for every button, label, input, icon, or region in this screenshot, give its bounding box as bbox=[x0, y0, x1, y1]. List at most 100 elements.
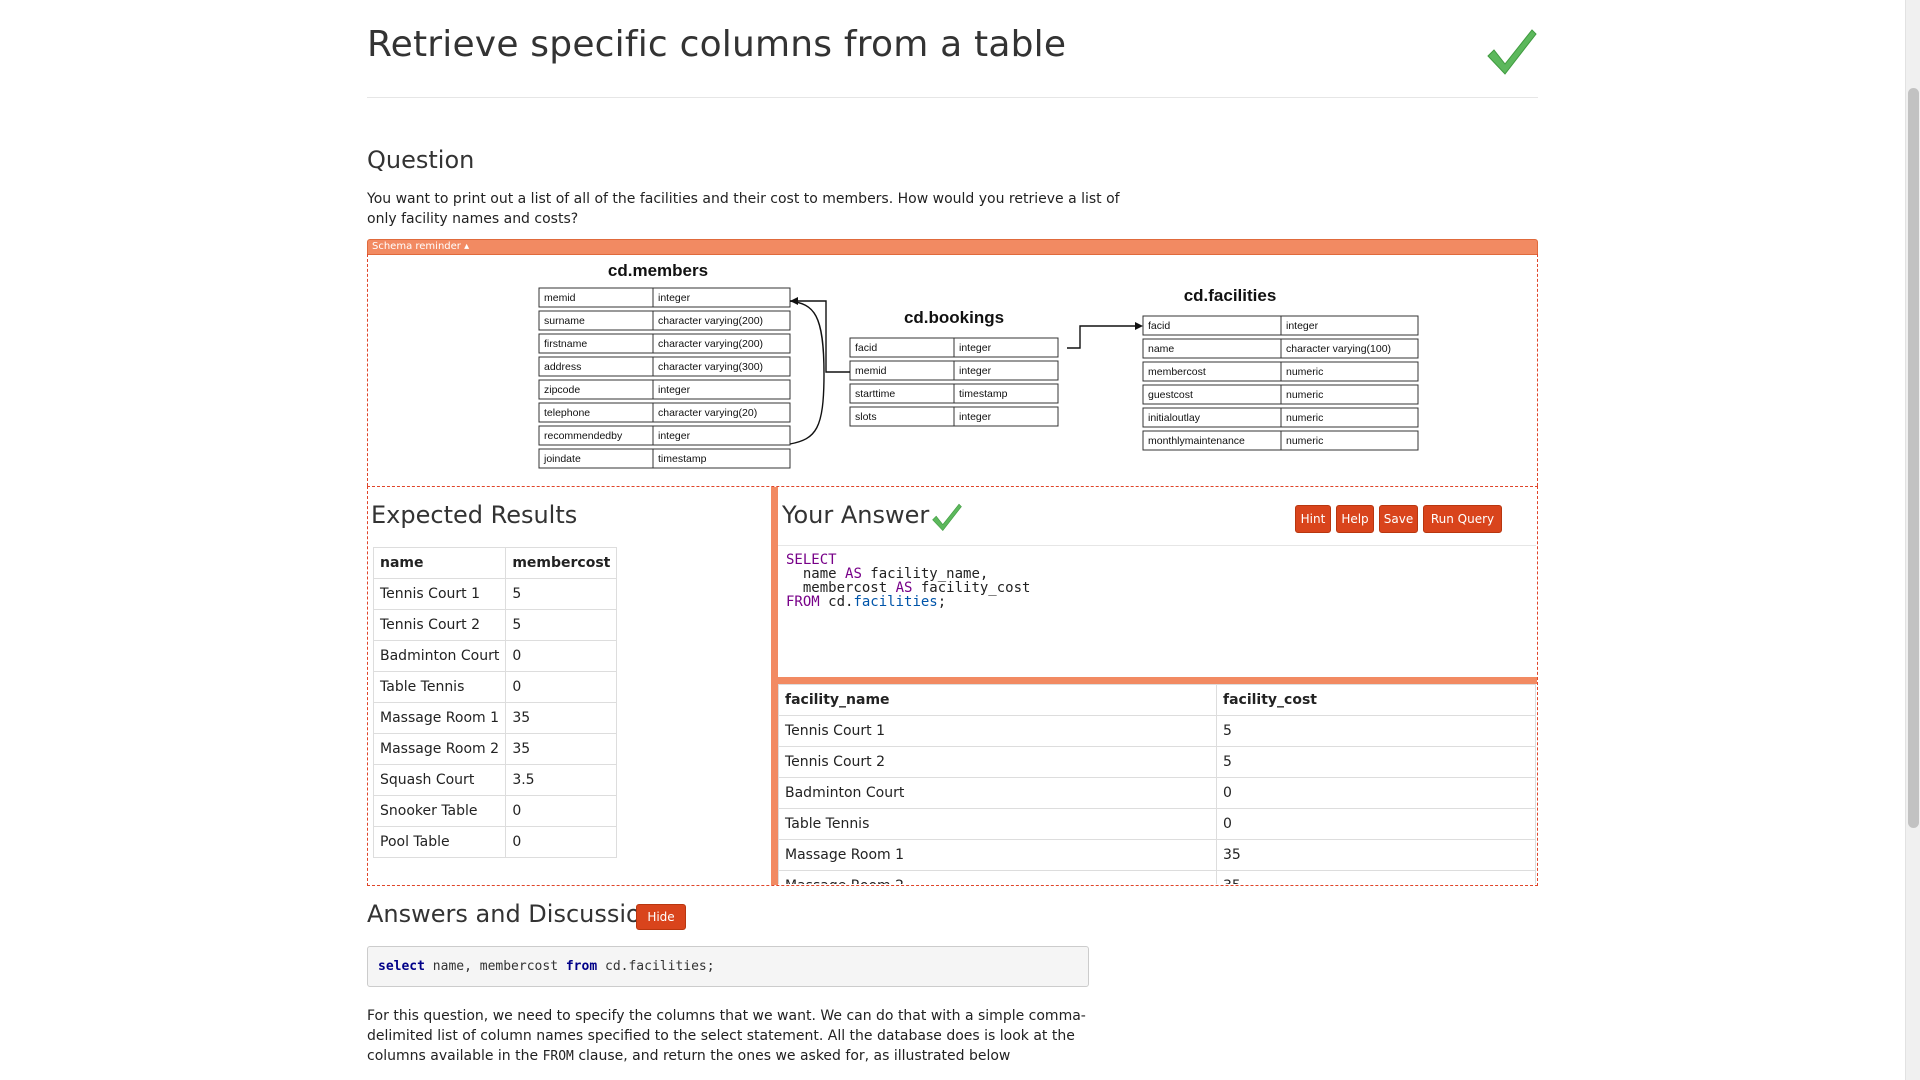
column-header: membercost bbox=[505, 547, 618, 579]
column-header: facility_name bbox=[778, 684, 1217, 716]
schema-table-title: cd.members bbox=[608, 261, 708, 280]
table-cell: Tennis Court 1 bbox=[372, 578, 507, 610]
page-scrollbar[interactable] bbox=[1905, 0, 1920, 1080]
table-row: Tennis Court 25 bbox=[372, 609, 618, 641]
table-cell: 0 bbox=[505, 671, 618, 703]
schema-column-type: timestamp bbox=[658, 453, 707, 465]
schema-column-type: integer bbox=[658, 292, 691, 304]
table-cell: Massage Room 2 bbox=[372, 733, 507, 765]
page-container: Retrieve specific columns from a table Q… bbox=[367, 0, 1538, 1064]
table-cell: Massage Room 2 bbox=[778, 870, 1217, 884]
table-cell: 5 bbox=[505, 609, 618, 641]
code-text: ; bbox=[937, 594, 947, 610]
schema-diagram: cd.members memid integer surname character v… bbox=[367, 254, 1538, 486]
save-button[interactable]: Save bbox=[1379, 505, 1418, 533]
schema-column-type: character varying(200) bbox=[658, 315, 763, 327]
code-keyword: select bbox=[378, 959, 425, 974]
table-header-row: facility_name facility_cost bbox=[778, 684, 1536, 716]
schema-column-name: name bbox=[1148, 343, 1174, 355]
schema-column-type: timestamp bbox=[959, 388, 1008, 400]
schema-table-title: cd.bookings bbox=[904, 308, 1004, 327]
table-row: Tennis Court 15 bbox=[778, 715, 1536, 747]
column-header: name bbox=[372, 547, 507, 579]
table-cell: Tennis Court 2 bbox=[778, 746, 1217, 778]
table-cell: Table Tennis bbox=[372, 671, 507, 703]
schema-column-name: telephone bbox=[544, 407, 590, 419]
table-row: Table Tennis 0 bbox=[372, 671, 618, 703]
table-cell: 35 bbox=[505, 702, 618, 734]
arrow-head-icon bbox=[790, 297, 798, 305]
schema-column-type: numeric bbox=[1286, 389, 1323, 401]
schema-column-name: memid bbox=[544, 292, 576, 304]
expected-results-heading: Expected Results bbox=[371, 501, 578, 529]
table-row: Table Tennis 0 bbox=[778, 808, 1536, 840]
discussion-text-part: clause, and return the ones we asked for… bbox=[573, 1048, 1011, 1064]
schema-column-type: integer bbox=[959, 411, 992, 423]
answer-correct-check-icon bbox=[932, 503, 962, 532]
table-header-row: name membercost bbox=[372, 547, 618, 579]
table-cell: 0 bbox=[505, 826, 618, 858]
schema-column-name: facid bbox=[1148, 320, 1170, 332]
table-row: Massage Room 1 35 bbox=[372, 702, 618, 734]
editor-results-splitter[interactable] bbox=[778, 677, 1537, 684]
schema-relation-line bbox=[1067, 325, 1140, 349]
hide-discussion-button[interactable]: Hide bbox=[636, 904, 686, 930]
table-row: Massage Room 235 bbox=[778, 870, 1536, 884]
schema-column-type: integer bbox=[959, 342, 992, 354]
query-results-table: facility_name facility_cost Tennis Court … bbox=[778, 684, 1536, 884]
table-cell: 0 bbox=[505, 795, 618, 827]
table-cell: 0 bbox=[1216, 808, 1536, 840]
table-row: Tennis Court 25 bbox=[778, 746, 1536, 778]
schema-column-type: integer bbox=[959, 365, 992, 377]
table-cell: Squash Court bbox=[372, 764, 507, 796]
schema-column-type: character varying(100) bbox=[1286, 343, 1391, 355]
table-cell: 5 bbox=[1216, 746, 1536, 778]
schema-relation-line bbox=[790, 300, 850, 373]
your-answer-pane: Your Answer Hint Help Save Run Query SEL… bbox=[778, 487, 1537, 885]
schema-relation-line bbox=[789, 300, 825, 445]
code-text: cd. bbox=[819, 594, 854, 610]
table-row: Badminton Court 0 bbox=[778, 777, 1536, 809]
schema-column-name: facid bbox=[855, 342, 877, 354]
schema-column-name: slots bbox=[855, 411, 877, 423]
code-text: cd.facilities; bbox=[597, 959, 715, 974]
schema-column-name: membercost bbox=[1148, 366, 1206, 378]
page-title: Retrieve specific columns from a table bbox=[367, 24, 1067, 65]
expected-results-pane: Expected Results name membercost Tennis C… bbox=[368, 487, 771, 885]
run-query-button[interactable]: Run Query bbox=[1423, 505, 1502, 533]
table-cell: 5 bbox=[1216, 715, 1536, 747]
solution-code-block: select name, membercost from cd.faciliti… bbox=[367, 946, 1089, 987]
schema-column-type: numeric bbox=[1286, 412, 1323, 424]
schema-column-type: character varying(300) bbox=[658, 361, 763, 373]
code-keyword: FROM bbox=[786, 594, 820, 610]
schema-column-type: character varying(200) bbox=[658, 338, 763, 350]
expected-results-table: name membercost Tennis Court 1 5 Tennis Cou… bbox=[372, 547, 618, 858]
title-row: Retrieve specific columns from a table bbox=[367, 0, 1538, 98]
table-row: Badminton Court 0 bbox=[372, 640, 618, 672]
table-row: Massage Room 1 35 bbox=[778, 839, 1536, 871]
table-row: Pool Table 0 bbox=[372, 826, 618, 858]
scrollbar-thumb[interactable] bbox=[1908, 88, 1919, 828]
code-property: facilities bbox=[853, 594, 938, 610]
table-cell: Table Tennis bbox=[778, 808, 1217, 840]
table-cell: Badminton Court bbox=[372, 640, 507, 672]
table-cell: 35 bbox=[1216, 870, 1536, 884]
schema-column-type: integer bbox=[1286, 320, 1319, 332]
schema-reminder-toggle[interactable]: Schema reminder ▴ bbox=[367, 239, 1538, 255]
schema-column-type: numeric bbox=[1286, 435, 1323, 447]
code-keyword: from bbox=[565, 959, 598, 974]
schema-diagram-svg: cd.members memid integer surname character v… bbox=[538, 261, 1419, 469]
schema-column-name: guestcost bbox=[1148, 389, 1193, 401]
hint-button[interactable]: Hint bbox=[1295, 505, 1331, 533]
workspace: Expected Results name membercost Tennis C… bbox=[367, 486, 1538, 886]
schema-table-title: cd.facilities bbox=[1184, 286, 1277, 305]
query-results-scroll[interactable]: facility_name facility_cost Tennis Court … bbox=[778, 684, 1536, 884]
sql-editor[interactable]: SELECT name AS facility_name, membercost… bbox=[778, 545, 1536, 670]
pane-splitter[interactable] bbox=[771, 487, 778, 885]
schema-column-type: character varying(20) bbox=[658, 407, 757, 419]
table-cell: Badminton Court bbox=[778, 777, 1217, 809]
schema-column-name: recommendedby bbox=[544, 430, 623, 442]
help-button[interactable]: Help bbox=[1336, 505, 1374, 533]
question-text: You want to print out a list of all of t… bbox=[367, 191, 1120, 227]
inline-code: FROM bbox=[542, 1049, 574, 1064]
